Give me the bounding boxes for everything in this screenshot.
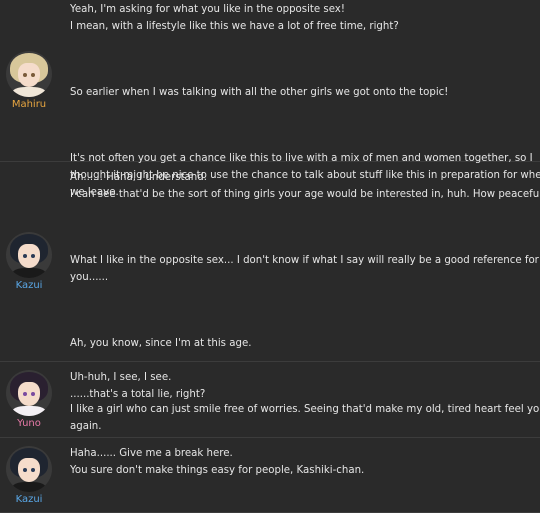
speaker-name: Yuno xyxy=(17,418,41,429)
dialogue-line: Yeah, I'm asking for what you like in th… xyxy=(70,4,345,15)
dialogue-line: Ah...... Haha, I understand. xyxy=(70,172,207,183)
mahiru-portrait-icon xyxy=(6,51,52,97)
dialogue-text: Haha...... Give me a break here. You sure… xyxy=(58,438,540,512)
log-entry: Mahiru Yeah, I'm asking for what you like… xyxy=(0,0,540,198)
dialogue-line: ......that's a total lie, right? xyxy=(70,389,206,400)
line-spacer xyxy=(70,51,540,68)
speaker-block: Mahiru xyxy=(0,0,58,161)
log-entry: Kazui Haha...... Give me a break here. You… xyxy=(0,438,540,513)
speaker-name: Kazui xyxy=(15,280,43,291)
dialogue-line: You sure don't make things easy for peop… xyxy=(70,465,365,476)
dialogue-line: I can see that'd be the sort of thing gi… xyxy=(70,189,540,200)
dialogue-line: So earlier when I was talking with all t… xyxy=(70,87,449,98)
line-spacer xyxy=(70,219,540,236)
kazui-portrait-icon xyxy=(6,232,52,278)
dialogue-line: Uh-huh, I see, I see. xyxy=(70,372,172,383)
dialogue-text: Uh-huh, I see, I see. ......that's a tota… xyxy=(58,362,540,437)
dialogue-line: I mean, with a lifestyle like this we ha… xyxy=(70,21,399,32)
dialogue-line: What I like in the opposite sex... I don… xyxy=(70,255,539,266)
speaker-name: Mahiru xyxy=(11,99,47,110)
dialogue-text: Ah...... Haha, I understand. I can see th… xyxy=(58,162,540,432)
speaker-block: Kazui xyxy=(0,162,58,361)
kazui-portrait-icon xyxy=(6,445,52,492)
log-entry: Yuno Uh-huh, I see, I see. ......that's a … xyxy=(0,362,540,438)
dialogue-line: Ah, you know, since I'm at this age. xyxy=(70,338,252,349)
line-spacer xyxy=(70,302,540,319)
speaker-name: Kazui xyxy=(15,493,43,505)
dialogue-text: Yeah, I'm asking for what you like in th… xyxy=(58,0,540,198)
yuno-portrait-icon xyxy=(6,370,52,416)
dialogue-line: you...... xyxy=(70,272,109,283)
dialogue-line: Haha...... Give me a break here. xyxy=(70,448,233,459)
line-spacer xyxy=(70,117,540,134)
log-entry: Kazui Ah...... Haha, I understand. I can s… xyxy=(0,162,540,432)
speaker-block: Kazui xyxy=(0,438,58,512)
speaker-block: Yuno xyxy=(0,362,58,437)
dialogue-log[interactable]: Mahiru Yeah, I'm asking for what you like… xyxy=(0,0,540,513)
